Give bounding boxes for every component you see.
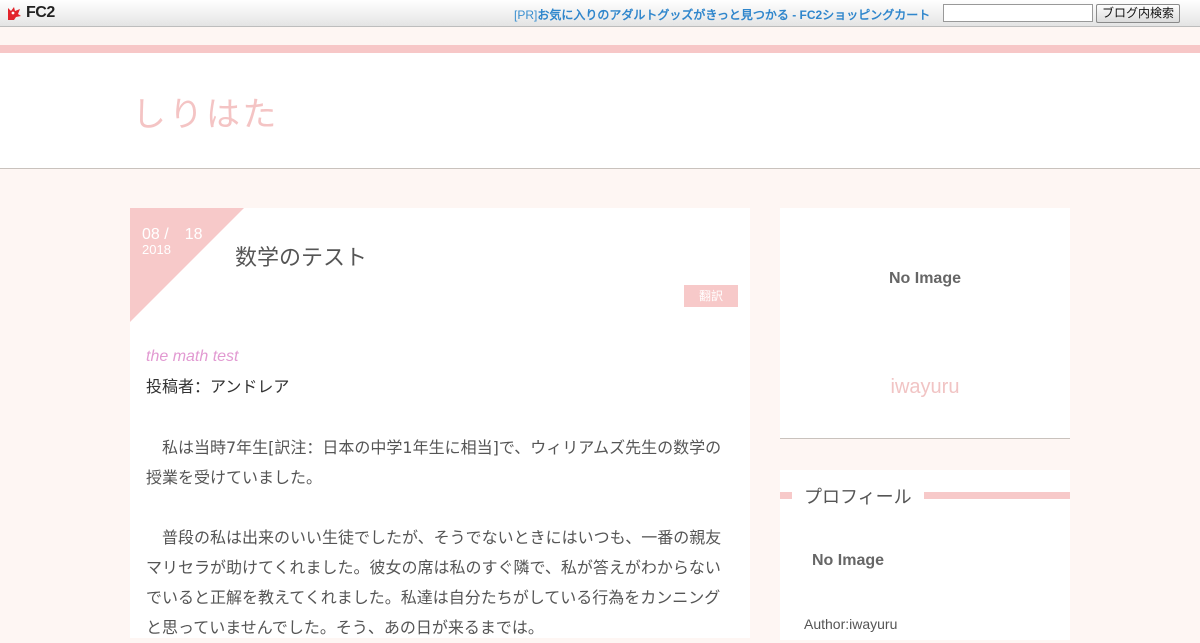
section-bar-left <box>780 492 792 499</box>
entry-title[interactable]: 数学のテスト <box>235 240 367 272</box>
header-pink-stripe <box>0 45 1200 53</box>
fc2-logo-text: FC2 <box>26 4 55 21</box>
fc2-top-bar: FC2 [PR]お気に入りのアダルトグッズがきっと見つかる - FC2ショッピン… <box>0 0 1200 27</box>
category-tag[interactable]: 翻訳 <box>684 285 738 307</box>
entry-date: 08 / 18 <box>142 226 203 243</box>
blog-search-button[interactable]: ブログ内検索 <box>1096 4 1180 23</box>
section-bar-right <box>924 492 1070 499</box>
fc2-logo[interactable]: FC2 <box>6 4 55 22</box>
sidebar-profile-section: プロフィール No Image Author:iwayuru <box>780 470 1070 640</box>
entry-paragraph: 普段の私は出来のいい生徒でしたが、そうでないときにはいつも、一番の親友マリセラが… <box>146 528 722 637</box>
blog-title[interactable]: しりはた <box>132 87 279 136</box>
fc2-cat-icon <box>8 6 21 20</box>
sidebar-profile-card: No Image iwayuru <box>780 208 1070 439</box>
entry-author: 投稿者：アンドレア <box>146 377 290 396</box>
pr-ad-text[interactable]: お気に入りのアダルトグッズがきっと見つかる - FC2ショッピングカート <box>537 8 930 22</box>
english-title: the math test <box>146 348 239 365</box>
blog-search-input[interactable] <box>943 4 1093 22</box>
profile-image-placeholder: No Image <box>888 270 961 287</box>
blog-header: しりはた <box>0 53 1200 169</box>
entry-body: the math test 投稿者：アンドレア 私は当時7年生[訳注：日本の中学… <box>146 346 736 643</box>
profile-avatar-placeholder: No Image <box>812 552 885 569</box>
profile-nickname[interactable]: iwayuru <box>780 376 1070 399</box>
profile-section-title: プロフィール <box>804 487 912 508</box>
entry-paragraph: 私は当時7年生[訳注：日本の中学1年生に相当]で、ウィリアムズ先生の数学の授業を… <box>146 438 722 487</box>
entry-year: 2018 <box>142 242 171 257</box>
pr-link[interactable]: [PR]お気に入りのアダルトグッズがきっと見つかる - FC2ショッピングカート <box>514 6 930 23</box>
article-entry: 08 / 18 2018 数学のテスト 翻訳 the math test 投稿者… <box>130 208 750 638</box>
pr-tag: [PR] <box>514 8 538 22</box>
